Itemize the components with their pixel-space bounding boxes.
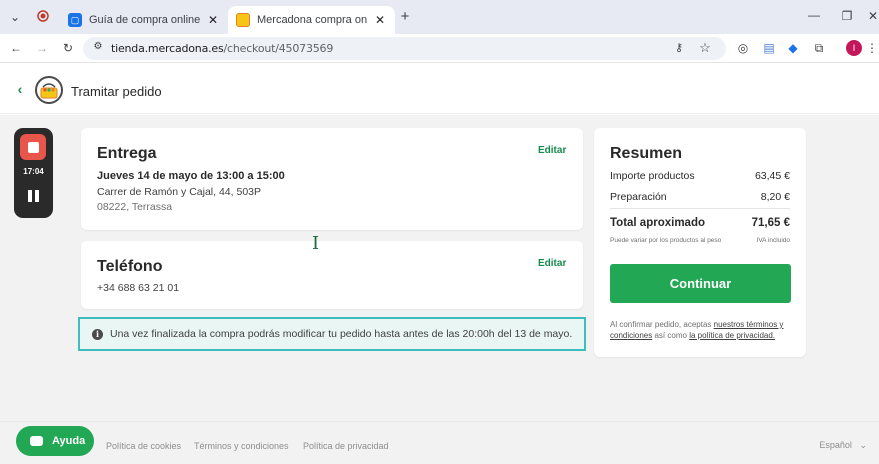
chevron-down-icon: ⌄: [859, 440, 867, 450]
prep-label: Preparación: [610, 191, 667, 203]
url-field[interactable]: ⚙ tienda.mercadona.es/checkout/45073569 …: [83, 37, 726, 60]
address-bar-row: ← → ↻ ⚙ tienda.mercadona.es/checkout/450…: [0, 34, 879, 63]
prep-value: 8,20 €: [760, 191, 790, 203]
pause-icon-bar: [35, 190, 39, 202]
chat-bubble-icon: [30, 436, 43, 446]
legal-prefix: Al confirmar pedido, aceptas: [610, 320, 712, 329]
menu-kebab-icon[interactable]: ⋮: [866, 41, 878, 55]
url-host: tienda.mercadona.es: [111, 42, 224, 55]
legal-mid: así como: [654, 331, 687, 340]
cookies-link[interactable]: Política de cookies: [106, 441, 181, 451]
tab-title: Mercadona compra online: [257, 14, 367, 26]
stop-icon: [27, 141, 39, 153]
delivery-title: Entrega: [97, 145, 157, 162]
summary-title: Resumen: [610, 145, 683, 162]
mercadona-logo-icon: [35, 76, 63, 104]
recording-time: 17:04: [23, 167, 44, 176]
mercadona-favicon-icon: [236, 13, 250, 27]
edit-delivery-link[interactable]: Editar: [538, 145, 566, 156]
total-value: 71,65 €: [751, 217, 790, 229]
help-label: Ayuda: [52, 435, 86, 447]
browser-tabstrip: ⌄ ▢ Guía de compra online en Merc ✕ Merc…: [0, 0, 879, 34]
summary-card: Resumen Importe productos 63,45 € Prepar…: [594, 128, 806, 357]
page-footer: Ayuda Política de cookies Términos y con…: [0, 421, 879, 464]
close-window-icon[interactable]: ✕: [866, 9, 879, 23]
continue-button[interactable]: Continuar: [610, 264, 791, 303]
legal-text: Al confirmar pedido, aceptas nuestros té…: [610, 319, 792, 341]
stop-recording-button[interactable]: [20, 134, 46, 160]
screen-recorder-widget: 17:04: [14, 128, 53, 218]
forward-icon[interactable]: →: [34, 41, 50, 55]
shield-extension-icon[interactable]: ◆: [786, 41, 800, 55]
tab-mercadona[interactable]: Mercadona compra online ✕: [228, 6, 395, 34]
privacy-footer-link[interactable]: Política de privacidad: [303, 441, 389, 451]
phone-title: Teléfono: [97, 258, 163, 275]
delivery-card: Entrega Editar Jueves 14 de mayo de 13:0…: [81, 128, 583, 230]
tab-guia-compra[interactable]: ▢ Guía de compra online en Merc ✕: [60, 6, 228, 34]
checkout-main: 17:04 Entrega Editar Jueves 14 de mayo d…: [0, 115, 879, 421]
text-cursor-icon: I: [312, 233, 320, 254]
extension-icon[interactable]: ◎: [736, 41, 750, 55]
back-chevron-icon[interactable]: ‹: [14, 81, 26, 97]
site-settings-icon[interactable]: ⚙: [92, 41, 104, 52]
minimize-icon[interactable]: —: [806, 8, 822, 22]
prep-row: Preparación 8,20 €: [610, 191, 790, 203]
reload-icon[interactable]: ↻: [60, 41, 76, 55]
edit-phone-link[interactable]: Editar: [538, 258, 566, 269]
close-tab-icon[interactable]: ✕: [373, 13, 387, 27]
summary-divider: [610, 208, 790, 209]
page-header: ‹ Tramitar pedido: [0, 64, 879, 114]
products-label: Importe productos: [610, 170, 695, 182]
vat-note: IVA incluido: [756, 237, 790, 244]
profile-avatar-icon[interactable]: I: [846, 40, 862, 56]
pause-recording-button[interactable]: [28, 190, 39, 202]
close-tab-icon[interactable]: ✕: [206, 13, 220, 27]
tab-search-icon[interactable]: ⌄: [8, 10, 22, 24]
blue-square-favicon-icon: ▢: [68, 13, 82, 27]
delivery-address-line1: Carrer de Ramón y Cajal, 44, 503P: [97, 186, 261, 198]
privacy-link[interactable]: la política de privacidad.: [689, 331, 775, 340]
extensions-puzzle-icon[interactable]: ⧉: [812, 41, 826, 56]
restore-icon[interactable]: ❐: [840, 9, 854, 23]
back-icon[interactable]: ←: [8, 41, 24, 55]
products-value: 63,45 €: [754, 170, 790, 182]
page-title: Tramitar pedido: [71, 84, 162, 99]
products-row: Importe productos 63,45 €: [610, 170, 790, 182]
language-selector[interactable]: Español ⌄: [819, 440, 867, 451]
phone-card: Teléfono Editar +34 688 63 21 01: [81, 241, 583, 309]
url-text: tienda.mercadona.es/checkout/45073569: [111, 42, 333, 55]
modification-info-banner: i Una vez finalizada la compra podrás mo…: [78, 317, 586, 351]
delivery-date: Jueves 14 de mayo de 13:00 a 15:00: [97, 170, 285, 182]
document-extension-icon[interactable]: ▤: [762, 41, 776, 55]
password-key-icon[interactable]: ⚷: [671, 41, 687, 54]
url-path: /checkout/45073569: [223, 42, 334, 55]
terms-footer-link[interactable]: Términos y condiciones: [194, 441, 289, 451]
phone-number: +34 688 63 21 01: [97, 282, 180, 294]
tab-title: Guía de compra online en Merc: [89, 14, 200, 26]
language-label: Español: [819, 440, 852, 450]
delivery-address-line2: 08222, Terrassa: [97, 201, 173, 213]
pause-icon: [28, 190, 32, 202]
info-message: Una vez finalizada la compra podrás modi…: [110, 328, 573, 340]
total-notes-row: Puede variar por los productos al peso I…: [610, 237, 790, 244]
info-icon: i: [92, 328, 103, 340]
total-row: Total aproximado 71,65 €: [610, 217, 790, 229]
new-tab-icon[interactable]: +: [397, 8, 413, 25]
bookmark-star-icon[interactable]: ☆: [697, 40, 713, 56]
variance-note: Puede variar por los productos al peso: [610, 237, 722, 244]
record-indicator-icon[interactable]: [36, 10, 50, 25]
help-button[interactable]: Ayuda: [16, 426, 94, 456]
total-label: Total aproximado: [610, 217, 705, 229]
